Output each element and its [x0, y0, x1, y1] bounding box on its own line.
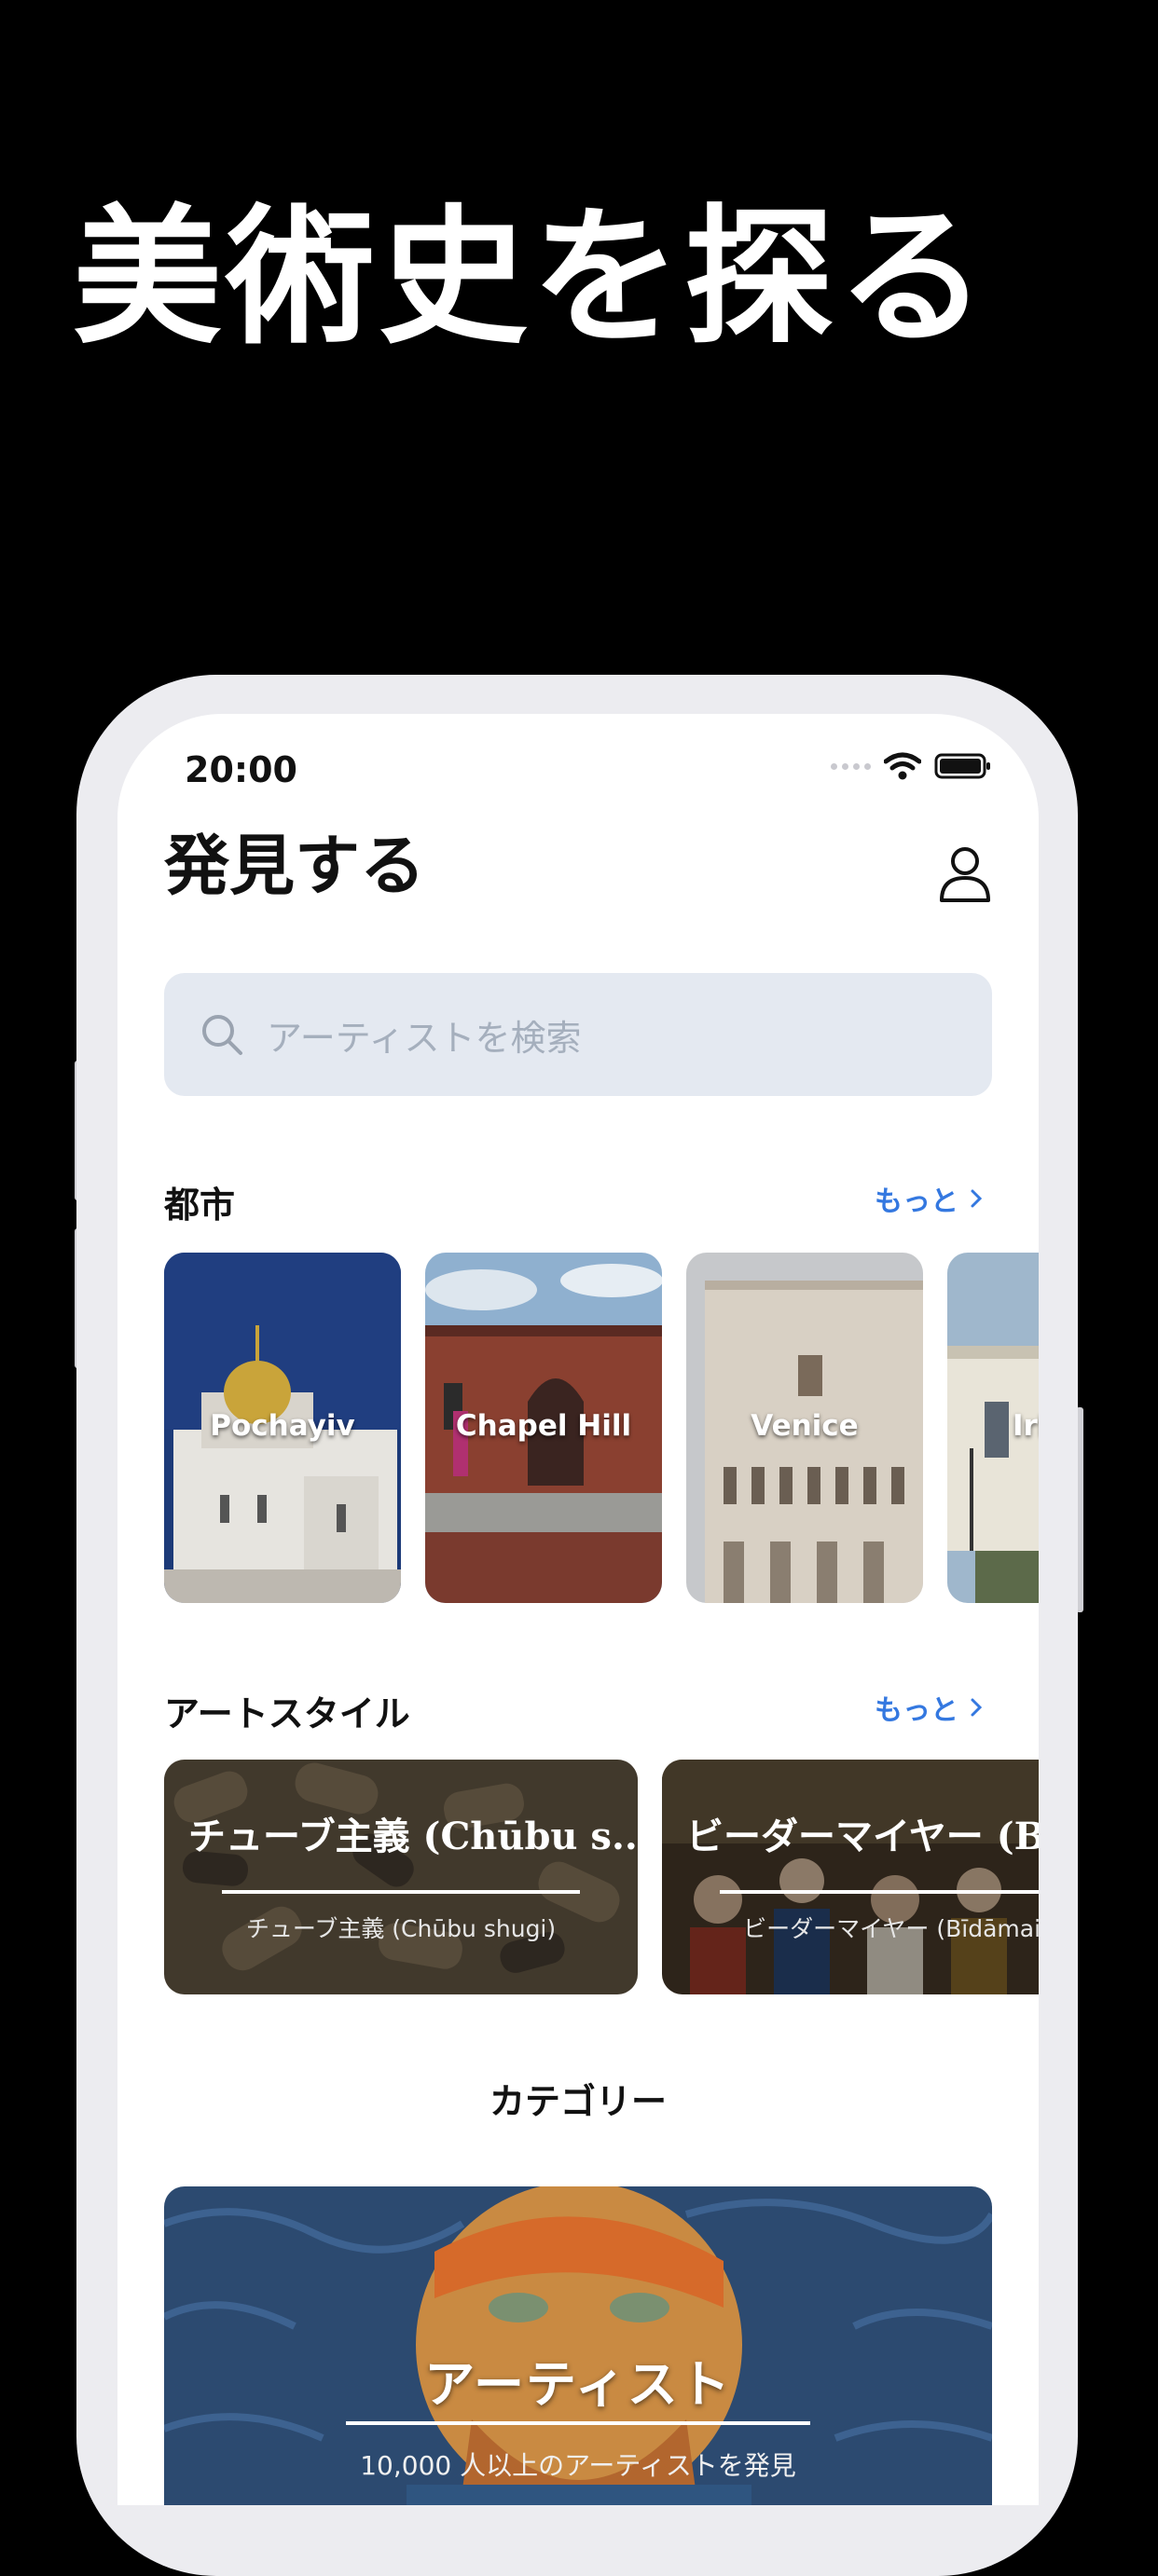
- page-title: 発見する: [164, 828, 425, 904]
- art-style-overlay: [164, 1760, 638, 1994]
- chevron-right-icon: [971, 1698, 983, 1717]
- art-style-card-biedermeier[interactable]: ビーダーマイヤー (Bi ビーダーマイヤー (Bīdāmaiy: [662, 1760, 1039, 1994]
- art-style-divider: [222, 1890, 580, 1894]
- app-screen: 20:00 発見する アーティストを検索 都市 もっと Pochayiv Cha…: [117, 714, 1039, 2505]
- category-card-artists[interactable]: アーティスト 10,000 人以上のアーティストを発見: [164, 2186, 992, 2505]
- categories-section-title: カテゴリー: [489, 2081, 667, 2122]
- promo-headline: 美術史を探る: [73, 190, 991, 364]
- search-placeholder: アーティストを検索: [267, 1017, 582, 1059]
- chevron-right-icon: [971, 1189, 983, 1208]
- category-title: アーティスト: [424, 2355, 732, 2414]
- search-input[interactable]: アーティストを検索: [164, 973, 992, 1096]
- art-styles-more-link[interactable]: もっと: [875, 1687, 983, 1728]
- art-styles-more-label: もっと: [875, 1694, 958, 1727]
- battery-icon: [934, 753, 990, 779]
- profile-icon[interactable]: [938, 844, 992, 902]
- art-style-title: チューブ主義 (Chūbu s...: [188, 1815, 636, 1858]
- art-style-divider: [720, 1890, 1039, 1894]
- city-label: Chapel Hill: [455, 1409, 632, 1443]
- search-icon: [202, 1015, 242, 1055]
- art-style-title: ビーダーマイヤー (Bi: [686, 1815, 1039, 1858]
- city-card-pochayiv[interactable]: Pochayiv: [164, 1253, 401, 1603]
- city-label: Pochayiv: [210, 1409, 355, 1443]
- category-subtitle: 10,000 人以上のアーティストを発見: [360, 2450, 796, 2481]
- art-style-overlay: [662, 1760, 1039, 1994]
- art-styles-section-title: アートスタイル: [164, 1693, 410, 1734]
- art-style-subtitle: チューブ主義 (Chūbu shugi): [245, 1915, 557, 1942]
- status-bar-icons: [831, 751, 992, 781]
- art-style-subtitle: ビーダーマイヤー (Bīdāmaiy: [743, 1915, 1039, 1942]
- art-style-card-tubism[interactable]: チューブ主義 (Chūbu s... チューブ主義 (Chūbu shugi): [164, 1760, 638, 1994]
- cities-more-label: もっと: [875, 1185, 958, 1218]
- city-label: Irk: [1013, 1409, 1039, 1443]
- status-time: 20:00: [185, 749, 297, 790]
- city-card-venice[interactable]: Venice: [686, 1253, 923, 1603]
- city-card-irk[interactable]: Irk: [947, 1253, 1039, 1603]
- category-divider: [346, 2421, 810, 2425]
- signal-dots-icon: [831, 762, 871, 770]
- cities-section-title: 都市: [164, 1185, 236, 1226]
- cities-more-link[interactable]: もっと: [875, 1178, 983, 1219]
- wifi-icon: [884, 752, 921, 780]
- city-card-chapel-hill[interactable]: Chapel Hill: [425, 1253, 662, 1603]
- city-label: Venice: [751, 1409, 859, 1443]
